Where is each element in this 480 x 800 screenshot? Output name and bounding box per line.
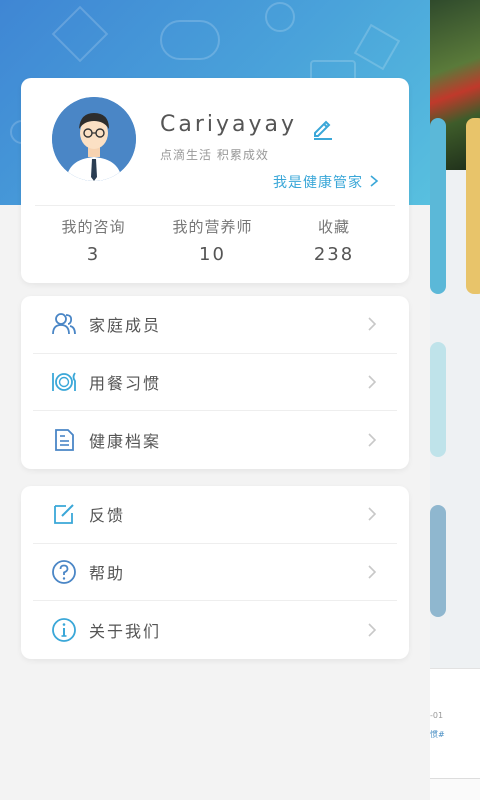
stat-label: 我的营养师: [172, 218, 253, 236]
username: Cariyayay: [160, 112, 298, 137]
menu-item-dining-habits[interactable]: 用餐习惯: [33, 354, 397, 412]
menu-item-about-us[interactable]: 关于我们: [33, 601, 397, 659]
menu-item-label: 关于我们: [89, 621, 162, 641]
background-list-item: -01 惯#: [430, 668, 480, 778]
chevron-right-icon: [369, 175, 379, 191]
profile-card: Cariyayay 点滴生活 积累成效 我是健康管家 我的咨询 3 我的营养师 …: [21, 78, 409, 283]
menu-item-label: 反馈: [89, 506, 126, 526]
chevron-right-icon: [368, 507, 377, 521]
background-card: [430, 342, 446, 457]
chevron-right-icon: [368, 317, 377, 331]
menu-group-support: 反馈 帮助 关于我们: [21, 486, 409, 659]
stats-row: 我的咨询 3 我的营养师 10 收藏 238: [21, 216, 409, 265]
stat-value: 10: [199, 244, 226, 265]
decorative-shape: [160, 20, 220, 60]
background-card: [430, 118, 446, 294]
menu-item-health-records[interactable]: 健康档案: [33, 411, 397, 469]
profile-motto: 点滴生活 积累成效: [160, 148, 269, 162]
decorative-shape: [51, 5, 109, 63]
background-card: [466, 118, 480, 294]
health-record-icon: [51, 427, 77, 453]
family-icon: [51, 311, 77, 337]
feedback-icon: [51, 501, 77, 527]
decorative-shape: [353, 23, 401, 71]
background-card: [430, 505, 446, 617]
menu-item-label: 健康档案: [89, 431, 162, 451]
info-icon: [51, 617, 77, 643]
chevron-right-icon: [368, 375, 377, 389]
stat-consultations[interactable]: 我的咨询 3: [21, 216, 166, 265]
menu-item-label: 家庭成员: [89, 316, 162, 336]
stat-favorites[interactable]: 收藏 238: [259, 216, 409, 265]
background-tag-text: 惯#: [430, 730, 445, 739]
stat-nutritionists[interactable]: 我的营养师 10: [166, 216, 259, 265]
divider: [35, 205, 395, 206]
chevron-right-icon: [368, 623, 377, 637]
chevron-right-icon: [368, 565, 377, 579]
pencil-icon: [314, 120, 332, 140]
background-tab-bar: [430, 778, 480, 800]
menu-item-family-members[interactable]: 家庭成员: [33, 296, 397, 354]
health-manager-label: 我是健康管家: [273, 175, 363, 191]
background-date-text: -01: [430, 711, 444, 720]
avatar[interactable]: [52, 97, 136, 181]
chevron-right-icon: [368, 433, 377, 447]
menu-item-feedback[interactable]: 反馈: [33, 486, 397, 544]
edit-profile-button[interactable]: [311, 116, 335, 140]
side-drawer: Cariyayay 点滴生活 积累成效 我是健康管家 我的咨询 3 我的营养师 …: [0, 0, 430, 800]
dining-icon: [51, 369, 77, 395]
background-app[interactable]: -01 惯#: [430, 0, 480, 800]
menu-item-label: 用餐习惯: [89, 373, 162, 393]
menu-item-help[interactable]: 帮助: [33, 544, 397, 602]
stat-value: 238: [313, 244, 355, 265]
stat-value: 3: [86, 244, 101, 265]
stat-label: 收藏: [317, 218, 350, 236]
health-manager-link[interactable]: 我是健康管家: [273, 172, 379, 192]
help-icon: [51, 559, 77, 585]
menu-group-personal: 家庭成员 用餐习惯 健康档案: [21, 296, 409, 469]
stat-label: 我的咨询: [61, 218, 126, 236]
decorative-shape: [265, 2, 295, 32]
menu-item-label: 帮助: [89, 563, 126, 583]
